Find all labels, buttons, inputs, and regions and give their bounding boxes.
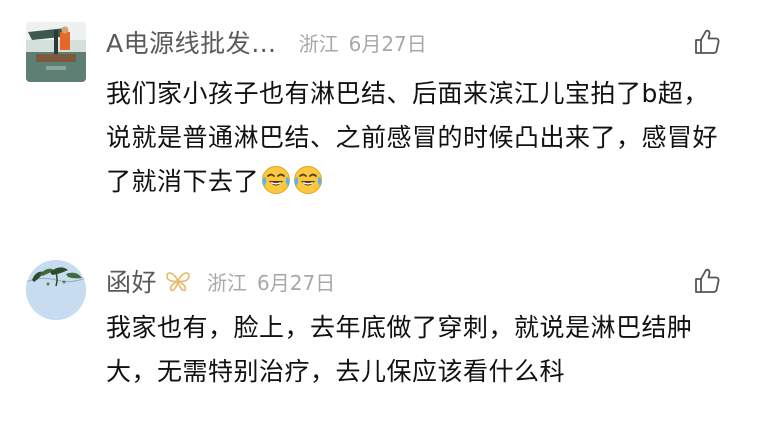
- user-avatar[interactable]: [26, 260, 86, 320]
- like-button[interactable]: [692, 266, 722, 296]
- thumbs-up-icon: [695, 29, 720, 54]
- face-with-tears-of-joy-icon: [261, 165, 291, 195]
- comment-body: 我们家小孩子也有淋巴结、后面来滨江儿宝拍了b超，说就是普通淋巴结、之前感冒的时候…: [106, 79, 719, 196]
- comment-body: 我家也有，脸上，去年底做了穿刺，就说是淋巴结肿大，无需特别治疗，去儿保应该看什么…: [106, 313, 693, 386]
- user-avatar[interactable]: [26, 22, 86, 82]
- comment-meta: A电源线批发… 浙江 6月27日: [106, 24, 427, 60]
- comment-meta: 函好 浙江 6月27日: [106, 263, 335, 299]
- username[interactable]: 函好: [106, 263, 157, 299]
- comment-item: 函好 浙江 6月27日 我家也有，脸上，去年底做了穿刺，就说是淋巴结肿大，无需特…: [0, 236, 766, 436]
- username[interactable]: A电源线批发…: [106, 24, 277, 60]
- location-label: 浙江: [298, 31, 339, 56]
- location-label: 浙江: [207, 270, 248, 295]
- date-label: 6月27日: [257, 270, 336, 295]
- face-with-tears-of-joy-icon: [293, 165, 323, 195]
- comment-text: 我们家小孩子也有淋巴结、后面来滨江儿宝拍了b超，说就是普通淋巴结、之前感冒的时候…: [106, 72, 726, 204]
- butterfly-badge-icon: [165, 270, 191, 292]
- date-label: 6月27日: [348, 31, 427, 56]
- comment-item: A电源线批发… 浙江 6月27日 我们家小孩子也有淋巴结、后面来滨江儿宝拍了b超…: [0, 0, 766, 236]
- plant-sky-avatar: [26, 260, 86, 320]
- boat-photo-avatar: [26, 22, 86, 82]
- thumbs-up-icon: [695, 268, 720, 293]
- comment-text: 我家也有，脸上，去年底做了穿刺，就说是淋巴结肿大，无需特别治疗，去儿保应该看什么…: [106, 306, 726, 394]
- like-button[interactable]: [692, 27, 722, 57]
